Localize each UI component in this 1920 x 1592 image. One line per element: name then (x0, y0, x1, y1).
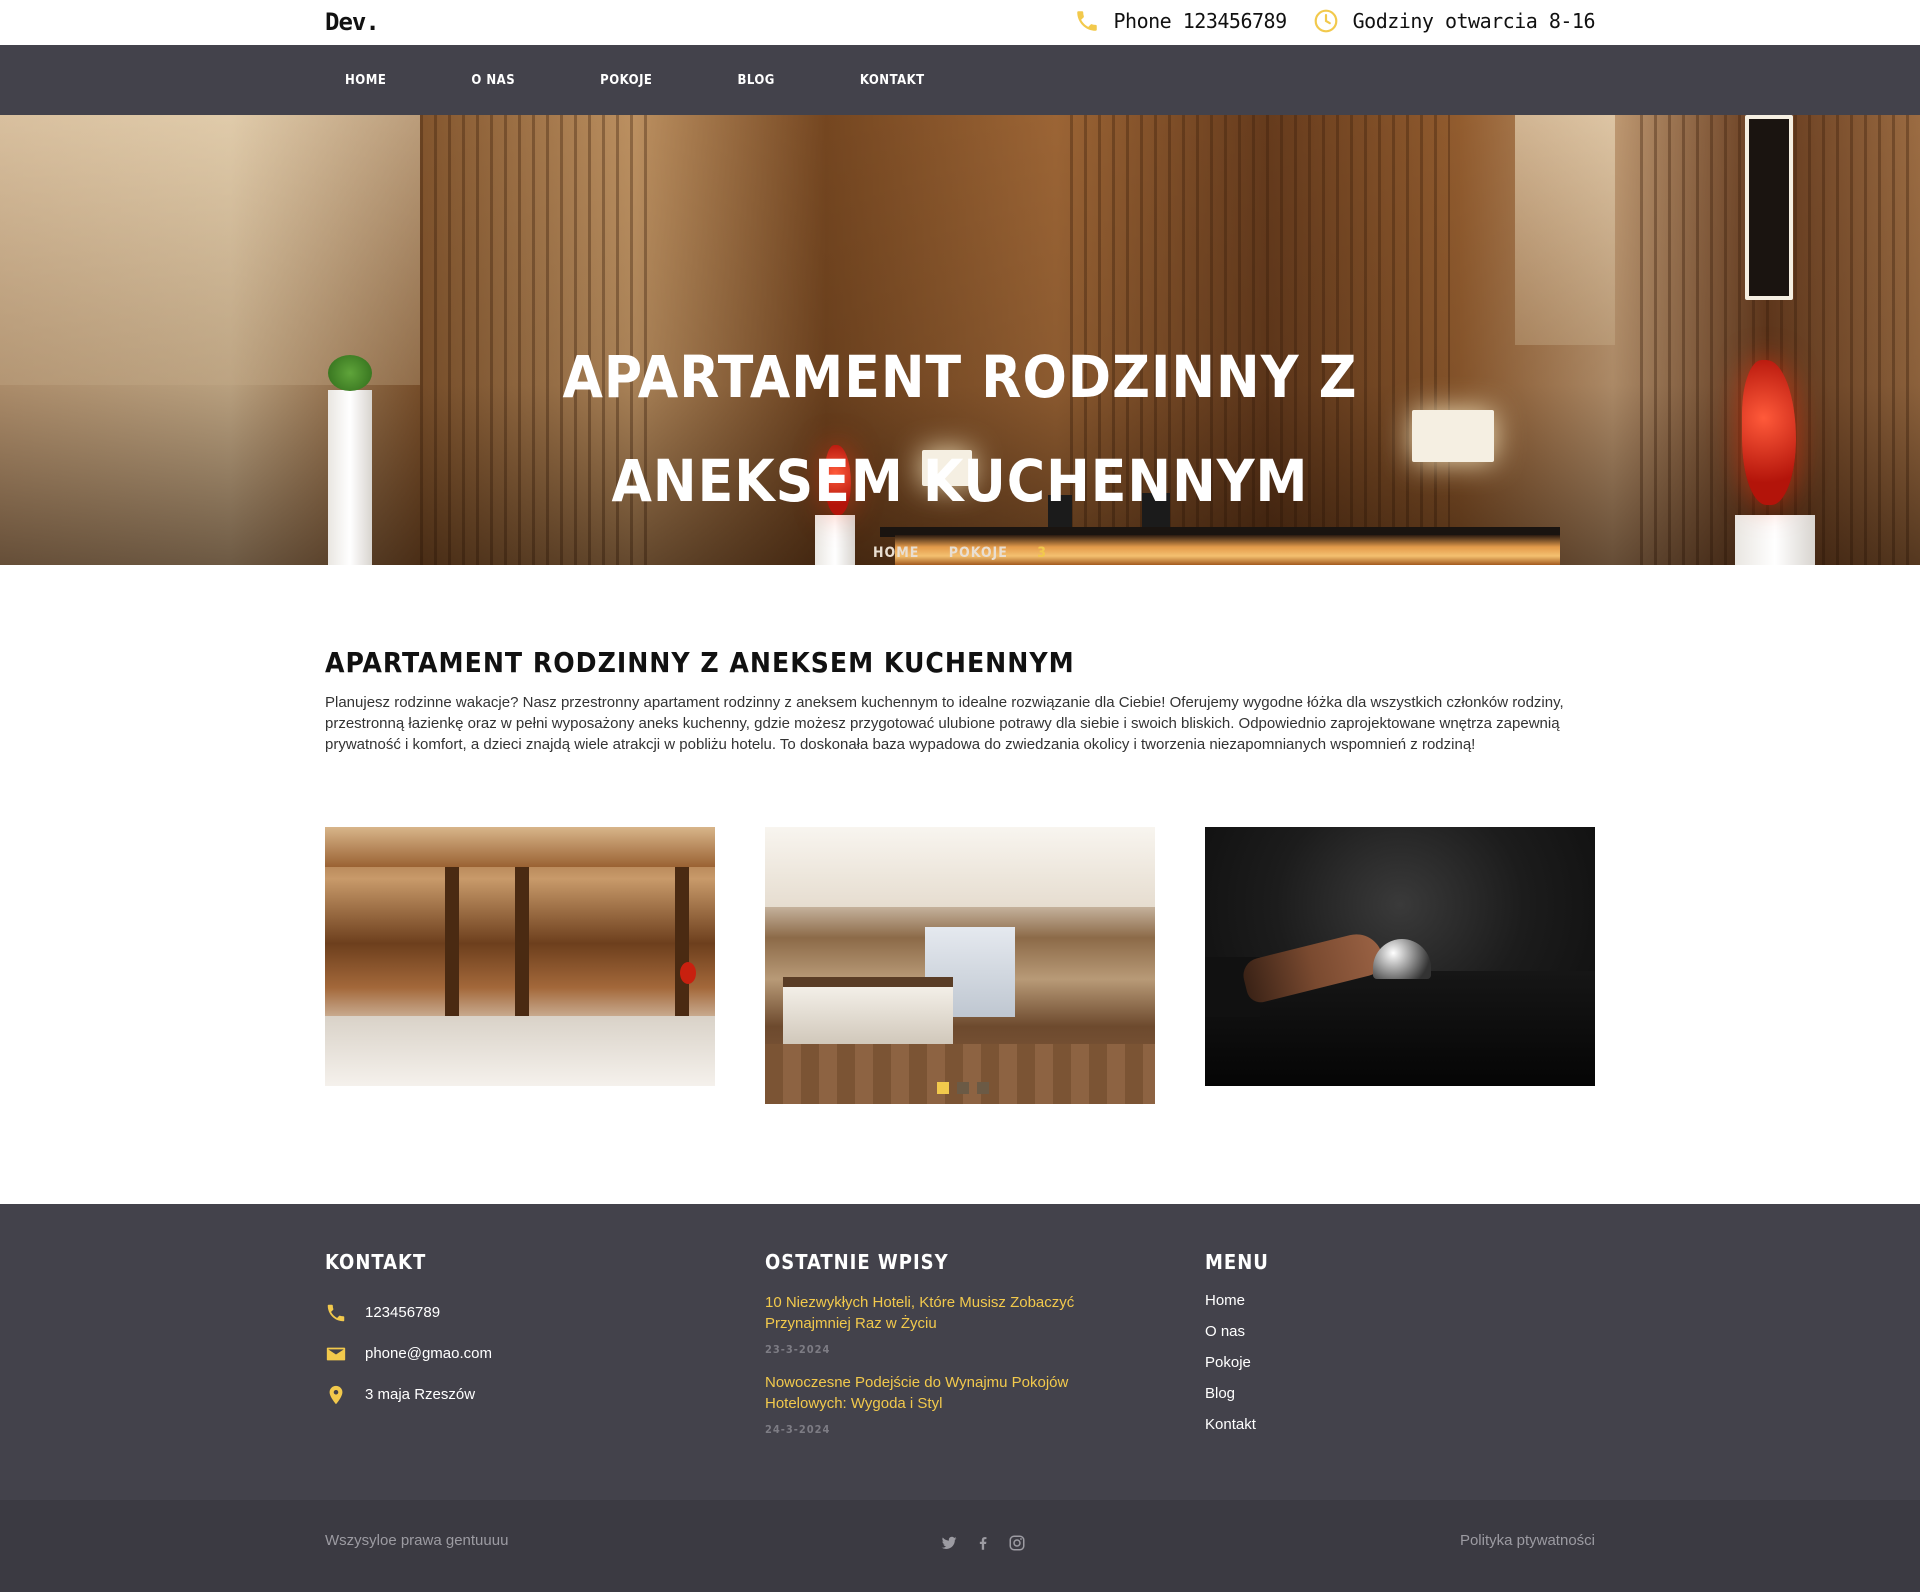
footer-menu-title: MENU (1205, 1250, 1269, 1274)
lobby-floor (325, 1016, 715, 1086)
top-info: Phone 123456789 Godziny otwarcia 8-16 (1048, 8, 1596, 34)
nav-item-blog[interactable]: BLOG (717, 73, 794, 88)
footer-menu-kontakt[interactable]: Kontakt (1205, 1416, 1269, 1447)
contact-email-value[interactable]: phone@gmao.com (365, 1345, 492, 1362)
footer-menu: MENU Home O nas Pokoje Blog Kontakt (1205, 1250, 1269, 1447)
footer: KONTAKT 123456789 phone@gmao.com 3 maja … (0, 1204, 1920, 1500)
lobby-wall-light (515, 867, 529, 1017)
nav-item-kontakt[interactable]: KONTAKT (840, 73, 945, 88)
bottom-bar: Wszysyloe prawa gentuuuu Polityka ptywat… (0, 1500, 1920, 1592)
hero-title: APARTAMENT RODZINNY Z ANEKSEM KUCHENNYM (562, 343, 1358, 515)
footer-recent-posts: OSTATNIE WPISY 10 Niezwykłych Hoteli, Kt… (765, 1250, 1105, 1452)
footer-menu-pokoje[interactable]: Pokoje (1205, 1354, 1269, 1385)
room-description: Planujesz rodzinne wakacje? Nasz przestr… (325, 694, 1564, 753)
recent-post: 10 Niezwykłych Hoteli, Które Musisz Zoba… (765, 1292, 1105, 1356)
clock-icon (1314, 9, 1337, 33)
contact-email: phone@gmao.com (325, 1333, 492, 1374)
phone-icon (1076, 11, 1097, 31)
footer-contact-title: KONTAKT (325, 1250, 427, 1274)
copyright: Wszysyloe prawa gentuuuu (325, 1532, 509, 1549)
privacy-policy-link[interactable]: Polityka ptywatności (1460, 1532, 1595, 1549)
lobby-sculpture (680, 962, 696, 984)
carousel-dots (937, 1082, 989, 1094)
nav-item-o-nas[interactable]: O NAS (451, 73, 535, 88)
recent-post-link[interactable]: 10 Niezwykłych Hoteli, Które Musisz Zoba… (765, 1292, 1105, 1334)
page-title: APARTAMENT RODZINNY Z ANEKSEM KUCHENNYM (325, 646, 1075, 679)
breadcrumb-current: 3 (1037, 545, 1047, 561)
instagram-icon[interactable] (1008, 1534, 1026, 1552)
phone-label: Phone 123456789 (1113, 9, 1288, 33)
phone-info: Phone 123456789 (1074, 8, 1287, 34)
gallery-image-bedroom[interactable] (765, 827, 1155, 1104)
hero-wall-light (1745, 115, 1793, 300)
contact-address-value: 3 maja Rzeszów (365, 1386, 476, 1403)
lobby-ceiling (325, 827, 715, 867)
breadcrumb-home[interactable]: HOME (873, 545, 919, 561)
gallery-image-lobby[interactable] (325, 827, 715, 1086)
recent-post-link[interactable]: Nowoczesne Podejście do Wynajmu Pokojów … (765, 1372, 1105, 1414)
main-navigation: HOME O NAS POKOJE BLOG KONTAKT (0, 45, 1920, 115)
location-pin-icon (329, 1385, 343, 1404)
recent-post-date: 23-3-2024 (765, 1343, 831, 1356)
nav-menu: HOME O NAS POKOJE BLOG KONTAKT (325, 45, 990, 115)
breadcrumb: HOME POKOJE 3 (0, 545, 1920, 561)
lobby-wall-light (675, 867, 689, 1017)
footer-contact: KONTAKT 123456789 phone@gmao.com 3 maja … (325, 1250, 492, 1415)
hero-banner: APARTAMENT RODZINNY Z ANEKSEM KUCHENNYM … (0, 115, 1920, 565)
room-gallery (325, 827, 1595, 1107)
facebook-icon[interactable] (974, 1534, 992, 1552)
footer-menu-o-nas[interactable]: O nas (1205, 1323, 1269, 1354)
bedroom-bed (783, 977, 953, 1047)
recent-post: Nowoczesne Podejście do Wynajmu Pokojów … (765, 1372, 1105, 1436)
phone-icon (327, 1304, 345, 1321)
carousel-dot[interactable] (957, 1082, 969, 1094)
carousel-dot[interactable] (977, 1082, 989, 1094)
nav-item-pokoje[interactable]: POKOJE (580, 73, 672, 88)
bedroom-floor (765, 1044, 1155, 1104)
footer-menu-home[interactable]: Home (1205, 1292, 1269, 1323)
bedroom-ceiling (765, 827, 1155, 907)
gallery-image-reception-bell[interactable] (1205, 827, 1595, 1086)
mail-icon (326, 1347, 346, 1360)
service-bell (1373, 939, 1431, 979)
contact-address: 3 maja Rzeszów (325, 1374, 492, 1415)
recent-post-date: 24-3-2024 (765, 1423, 831, 1436)
carousel-dot[interactable] (937, 1082, 949, 1094)
breadcrumb-pokoje[interactable]: POKOJE (949, 545, 1008, 561)
lobby-wall-light (445, 867, 459, 1017)
top-bar: Dev. Phone 123456789 Godziny otwarcia 8-… (0, 0, 1920, 45)
twitter-icon[interactable] (940, 1534, 958, 1552)
hours-info: Godziny otwarcia 8-16 (1313, 8, 1596, 34)
footer-posts-title: OSTATNIE WPISY (765, 1250, 949, 1274)
social-links (940, 1534, 1026, 1552)
logo[interactable]: Dev. (325, 8, 380, 36)
hours-label: Godziny otwarcia 8-16 (1352, 9, 1596, 33)
nav-item-home[interactable]: HOME (325, 73, 406, 88)
contact-phone-value[interactable]: 123456789 (365, 1304, 440, 1321)
footer-menu-blog[interactable]: Blog (1205, 1385, 1269, 1416)
contact-phone: 123456789 (325, 1292, 492, 1333)
